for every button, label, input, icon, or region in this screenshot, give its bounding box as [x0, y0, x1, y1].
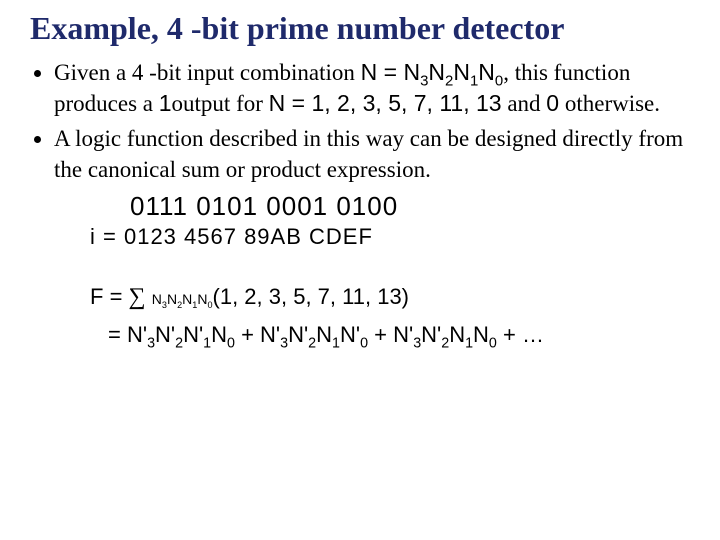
var-N: N = N: [361, 59, 420, 85]
minterm-list: (1, 2, 3, 5, 7, 11, 13): [213, 284, 410, 309]
t2a: N': [260, 322, 280, 347]
sigma-icon: ∑: [129, 284, 146, 310]
sigma-sub: N3N2N1N0: [152, 291, 213, 307]
t2-0: 0: [360, 335, 368, 351]
t3-0: 0: [489, 335, 497, 351]
t2b: N': [288, 322, 308, 347]
formula-block: F = ∑ N3N2N1N0(1, 2, 3, 5, 7, 11, 13) = …: [90, 278, 690, 352]
t3b: N': [421, 322, 441, 347]
slide-title: Example, 4 -bit prime number detector: [30, 10, 690, 47]
var-N2: N: [428, 59, 445, 85]
t2-1: 1: [332, 335, 340, 351]
t1d: N: [211, 322, 227, 347]
ss-N2: N: [167, 291, 177, 307]
bullet-1-and: and: [502, 91, 547, 116]
formula-line-2: = N'3N'2N'1N0 + N'3N'2N1N'0 + N'3N'2N1N0…: [108, 317, 690, 352]
one: 1: [159, 90, 172, 116]
t1b: N': [155, 322, 175, 347]
formula-line-1: F = ∑ N3N2N1N0(1, 2, 3, 5, 7, 11, 13): [90, 278, 690, 316]
bullet-1: Given a 4 -bit input combination N = N3N…: [54, 57, 690, 119]
t1-3: 3: [147, 335, 155, 351]
eq2: =: [108, 322, 127, 347]
t2-3: 3: [280, 335, 288, 351]
ss-N0: N: [197, 291, 207, 307]
sub-1: 1: [470, 73, 478, 90]
t3-3: 3: [413, 335, 421, 351]
var-N1: N: [453, 59, 470, 85]
plus1: +: [235, 322, 260, 347]
t3-1: 1: [465, 335, 473, 351]
bullet-1-oth: otherwise.: [559, 91, 660, 116]
bullet-1-text-a: Given a 4 -bit input combination: [54, 60, 361, 85]
t1c: N': [183, 322, 203, 347]
t1-0: 0: [227, 335, 235, 351]
ellipsis: + …: [497, 322, 544, 347]
n-values: N = 1, 2, 3, 5, 7, 11, 13: [269, 90, 502, 116]
index-row: i = 0123 4567 89AB CDEF: [90, 224, 690, 250]
t3d: N: [473, 322, 489, 347]
t1a: N': [127, 322, 147, 347]
zero: 0: [546, 90, 559, 116]
t2c: N: [316, 322, 332, 347]
bullet-list: Given a 4 -bit input combination N = N3N…: [30, 57, 690, 185]
index-values: 0123 4567 89AB CDEF: [124, 224, 373, 249]
plus2: +: [368, 322, 393, 347]
t3c: N: [449, 322, 465, 347]
bullet-1-outfor: output for: [172, 91, 269, 116]
bullet-2: A logic function described in this way c…: [54, 123, 690, 185]
binary-row: 0111 0101 0001 0100: [130, 191, 690, 222]
t1-1: 1: [203, 335, 211, 351]
t2d: N': [340, 322, 360, 347]
ss-N1: N: [182, 291, 192, 307]
t3a: N': [393, 322, 413, 347]
t3-2: 2: [441, 335, 449, 351]
sub-0: 0: [495, 73, 503, 90]
index-i: i =: [90, 224, 124, 249]
slide: Example, 4 -bit prime number detector Gi…: [0, 0, 720, 352]
eq-sign: =: [103, 284, 128, 309]
var-N0: N: [478, 59, 495, 85]
ss-N3: N: [152, 291, 162, 307]
t1-2: 2: [175, 335, 183, 351]
t2-2: 2: [308, 335, 316, 351]
F-var: F: [90, 284, 103, 309]
